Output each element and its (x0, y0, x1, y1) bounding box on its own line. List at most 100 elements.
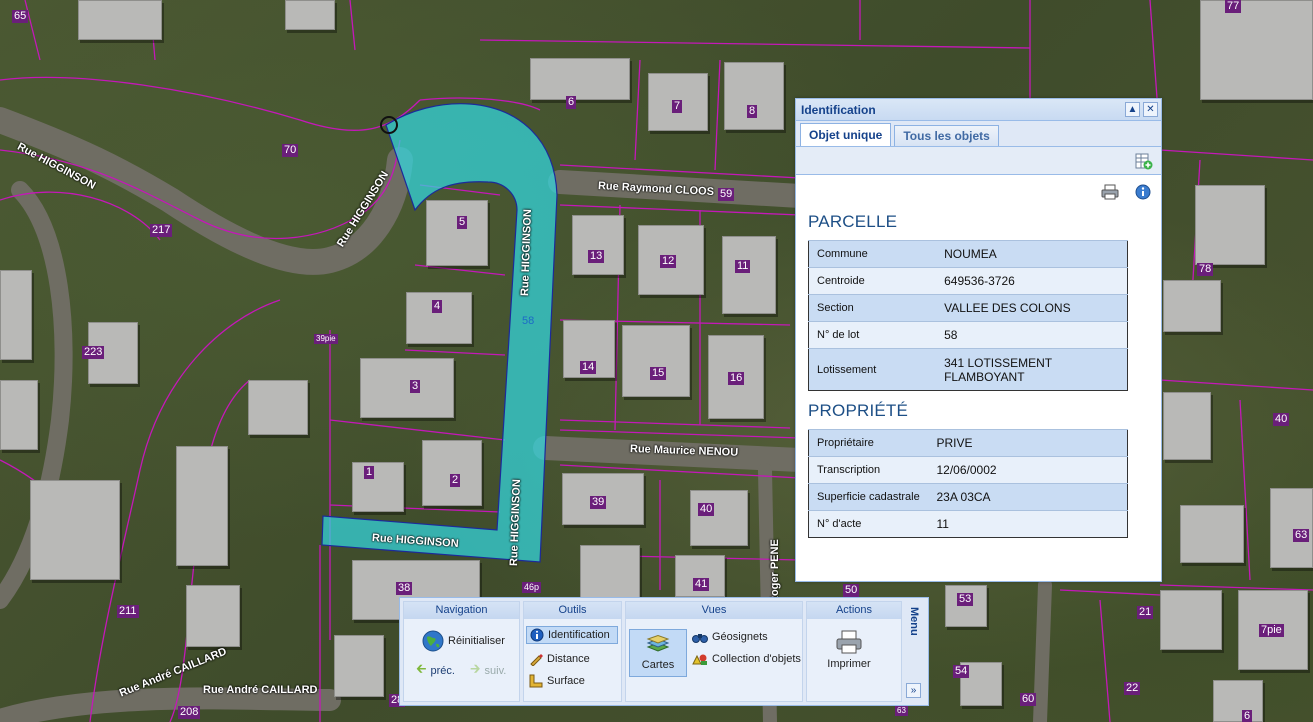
parcel-number: 39pie (314, 334, 338, 344)
attr-value: 12/06/0002 (928, 456, 1128, 484)
export-table-icon[interactable] (1135, 152, 1153, 170)
table-row: Propriétaire PRIVE (808, 429, 1128, 457)
identification-button[interactable]: Identification (526, 626, 618, 644)
building (1180, 505, 1244, 563)
actions-title: Actions (807, 602, 901, 619)
building (572, 215, 624, 275)
table-row: Section VALLEE DES COLONS (808, 294, 1128, 322)
expand-icon[interactable]: » (906, 683, 921, 698)
menu-strip[interactable]: Menu » (905, 601, 923, 702)
parcel-number-selected: 58 (522, 315, 535, 327)
identification-panel: Identification ▲ ✕ Objet unique Tous les… (795, 98, 1162, 582)
ruler-square-icon (529, 674, 543, 688)
tab-tous-les-objets[interactable]: Tous les objets (894, 125, 999, 146)
collection-button[interactable]: Collection d'objets (692, 652, 801, 666)
binoculars-icon (692, 634, 708, 643)
parcel-number: 77 (1225, 0, 1242, 13)
identification-label: Identification (548, 629, 610, 641)
identification-toolbar (796, 147, 1161, 175)
parcel-number: 6 (566, 96, 577, 109)
building (360, 358, 454, 418)
parcel-number: 78 (1197, 263, 1214, 276)
parcel-number: 217 (150, 224, 173, 237)
table-row: Centroide 649536-3726 (808, 267, 1128, 295)
next-button[interactable]: 🡲 suiv. (470, 660, 506, 682)
panel-title: Identification (801, 102, 876, 117)
street-label: Rue André CAILLARD (203, 684, 318, 696)
building (945, 585, 987, 627)
building (352, 462, 404, 512)
parcel-number: 5 (457, 216, 468, 229)
parcel-number: 7pie (1259, 624, 1284, 637)
building (78, 0, 162, 40)
table-row: Lotissement 341 LOTISSEMENT FLAMBOYANT (808, 348, 1128, 391)
attr-value: NOUMEA (936, 240, 1128, 268)
tab-objet-unique[interactable]: Objet unique (800, 123, 892, 146)
surface-button[interactable]: Surface (529, 674, 585, 688)
distance-button[interactable]: Distance (529, 652, 590, 666)
building (186, 585, 240, 647)
attr-key: Section (808, 294, 937, 322)
reset-label: Réinitialiser (448, 635, 505, 647)
close-icon[interactable]: ✕ (1143, 102, 1158, 117)
attr-key: Lotissement (808, 348, 937, 391)
attr-key: Commune (808, 240, 937, 268)
main-toolbar: Navigation Réinitialiser 🡰 préc. 🡲 suiv.… (399, 597, 929, 706)
section-propriete-title: PROPRIÉTÉ (808, 401, 909, 420)
parcel-number: 208 (178, 706, 201, 719)
parcel-number: 38 (396, 582, 413, 595)
attr-value: 11 (928, 510, 1128, 538)
parcel-number: 1 (364, 466, 375, 479)
surface-label: Surface (547, 675, 585, 687)
section-parcelle-title: PARCELLE (808, 212, 898, 231)
outils-group: Outils Identification Distance Surface (523, 601, 622, 702)
parcel-number: 53 (957, 593, 974, 606)
parcel-number: 6 (1242, 710, 1253, 722)
building (248, 380, 308, 435)
parcel-number: 12 (660, 255, 677, 268)
reset-button[interactable]: Réinitialiser (422, 630, 505, 652)
info-icon[interactable] (1135, 184, 1151, 200)
identification-header: Identification ▲ ✕ (796, 99, 1161, 121)
collection-label: Collection d'objets (712, 653, 801, 665)
cartes-button[interactable]: Cartes (629, 629, 687, 677)
building (530, 58, 630, 100)
print-icon[interactable] (1101, 184, 1119, 200)
building (334, 635, 384, 697)
parcel-number: 3 (410, 380, 421, 393)
table-row: Commune NOUMEA (808, 240, 1128, 268)
previous-label: préc. (430, 665, 455, 677)
globe-icon (422, 630, 444, 652)
parcel-number: 60 (1020, 693, 1037, 706)
parcel-number: 54 (953, 665, 970, 678)
outils-title: Outils (524, 602, 621, 619)
geosignets-button[interactable]: Géosignets (692, 630, 768, 644)
building (1270, 488, 1313, 568)
printer-icon (836, 630, 862, 654)
navigation-title: Navigation (404, 602, 519, 619)
parcel-number: 11 (735, 260, 751, 273)
building (722, 236, 776, 314)
attr-key: Superficie cadastrale (808, 483, 929, 511)
propriete-attributes-table: Propriétaire PRIVE Transcription 12/06/000… (808, 429, 1128, 538)
building (422, 440, 482, 506)
menu-label[interactable]: Menu (908, 607, 920, 636)
table-row: N° de lot 58 (808, 321, 1128, 349)
collapse-icon[interactable]: ▲ (1125, 102, 1140, 117)
pencil-ruler-icon (530, 654, 543, 666)
attr-value: 341 LOTISSEMENT FLAMBOYANT (936, 348, 1128, 391)
print-label: Imprimer (827, 658, 871, 670)
geosignets-label: Géosignets (712, 631, 768, 643)
attr-key: Propriétaire (808, 429, 929, 457)
table-row: Transcription 12/06/0002 (808, 456, 1128, 484)
building (1200, 0, 1313, 100)
print-button[interactable]: Imprimer (817, 630, 881, 670)
building (30, 480, 120, 580)
parcel-number: 211 (117, 605, 139, 618)
street-label: Roger PENE (769, 539, 781, 604)
parcel-number: 2 (450, 474, 461, 487)
parcel-number: 63 (1293, 529, 1310, 542)
building (724, 62, 784, 130)
previous-button[interactable]: 🡰 préc. (416, 660, 455, 682)
table-row: N° d'acte 11 (808, 510, 1128, 538)
